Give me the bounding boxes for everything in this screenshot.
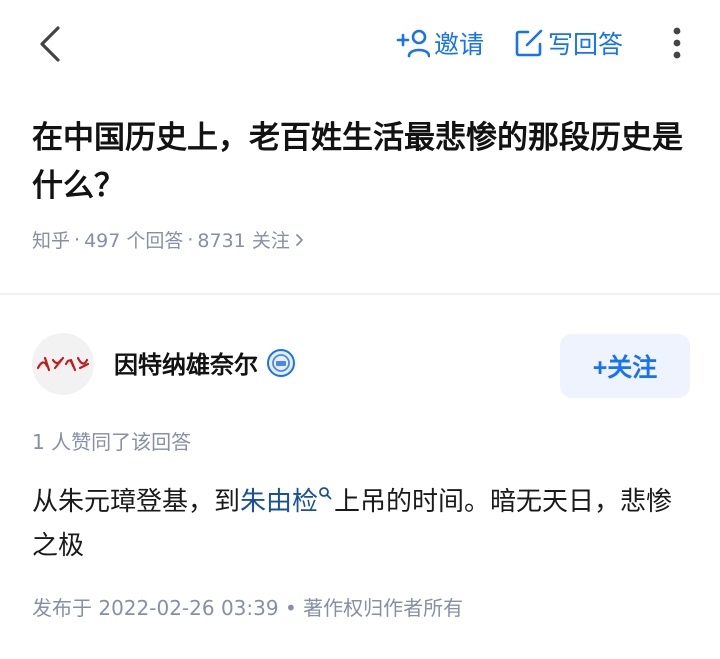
answer-content[interactable]: 从朱元璋登基，到朱由检 上吊的时间。暗无天日，悲惨之极 (32, 480, 682, 568)
invite-label: 邀请 (434, 30, 485, 59)
meta-answers: 497 个回答 (84, 230, 184, 252)
meta-dot: · (74, 228, 81, 251)
likes-count: 1 人赞同了该回答 (32, 430, 192, 454)
meta-source: 知乎 (32, 230, 71, 252)
search-link-text: 朱由检 (240, 487, 319, 517)
vertical-dots-icon (673, 27, 681, 59)
question-title[interactable]: 在中国历史上，老百姓生活最悲惨的那段历史是什么？ (32, 114, 702, 210)
calligraphy-logo-icon (36, 356, 90, 372)
publish-time: 发布于 2022-02-26 03:39 (32, 596, 279, 620)
write-answer-label: 写回答 (548, 30, 624, 59)
search-link[interactable]: 朱由检 (240, 487, 334, 517)
search-icon (319, 487, 332, 500)
footer-separator: • (284, 596, 297, 620)
top-bar: 邀请 写回答 (0, 0, 720, 86)
author-row: 因特纳雄奈尔 (114, 345, 296, 380)
author-name[interactable]: 因特纳雄奈尔 (114, 345, 258, 380)
copyright-text: 著作权归作者所有 (303, 596, 464, 620)
meta-dot: · (187, 228, 194, 251)
edit-icon (515, 29, 543, 57)
meta-followers: 8731 关注 (197, 230, 290, 252)
add-user-icon (396, 29, 430, 58)
write-answer-button[interactable]: 写回答 (514, 22, 623, 64)
follow-button[interactable]: +关注 (560, 334, 690, 398)
question-meta[interactable]: 知乎 · 497 个回答 · 8731 关注 (32, 226, 306, 253)
answer-footer: 发布于 2022-02-26 03:39 • 著作权归作者所有 (32, 592, 463, 621)
more-menu-button[interactable] (664, 22, 690, 64)
back-button[interactable] (34, 22, 68, 66)
invite-button[interactable]: 邀请 (396, 22, 484, 64)
content-text-before: 从朱元璋登基，到 (32, 487, 241, 517)
section-divider (0, 293, 720, 295)
chevron-right-icon (295, 233, 303, 246)
author-avatar[interactable] (32, 333, 94, 395)
chevron-left-icon (40, 26, 60, 62)
verified-badge-icon (267, 348, 295, 377)
